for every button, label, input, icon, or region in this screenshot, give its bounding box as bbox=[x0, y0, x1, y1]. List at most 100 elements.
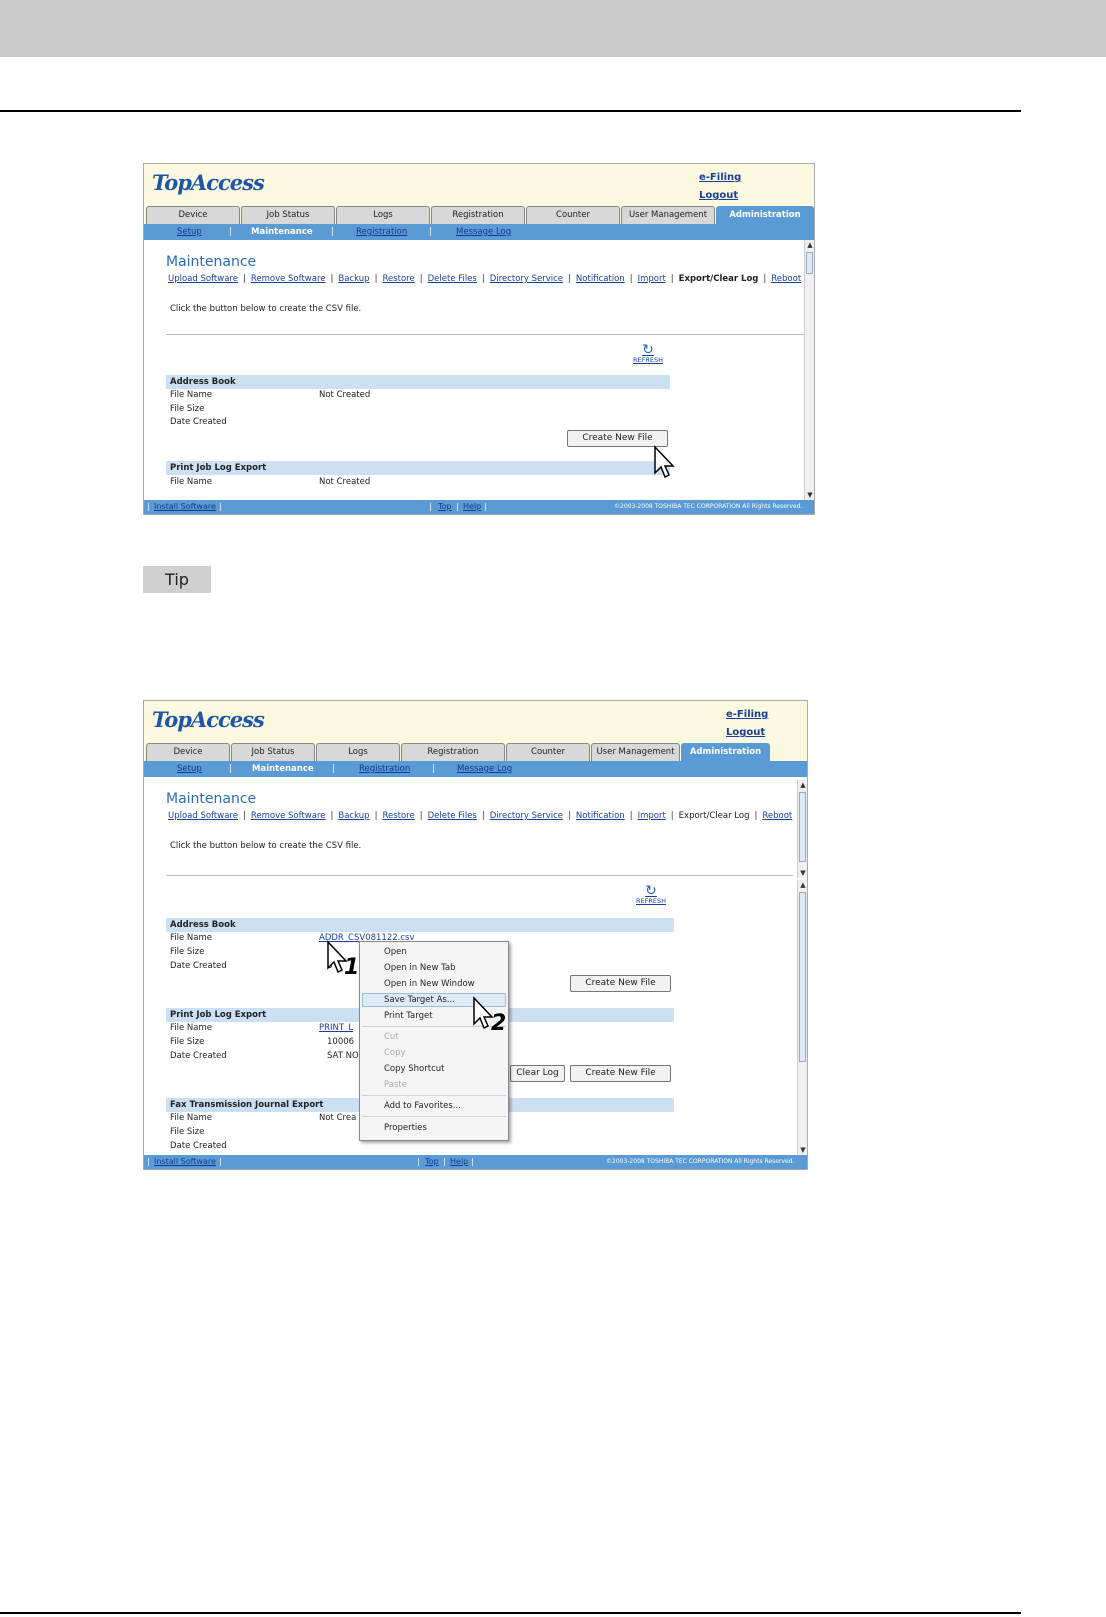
tab-job-status[interactable]: Job Status bbox=[241, 206, 335, 224]
value-file-name: Not Crea bbox=[319, 1113, 357, 1123]
clear-log-button[interactable]: Clear Log bbox=[510, 1065, 565, 1082]
logout-link[interactable]: Logout bbox=[699, 187, 741, 205]
efiling-link[interactable]: e-Filing bbox=[726, 706, 768, 724]
link-notification[interactable]: Notification bbox=[576, 274, 625, 284]
link-directory-service[interactable]: Directory Service bbox=[490, 274, 563, 284]
sub-navigation: Setup | Maintenance | Registration | Mes… bbox=[144, 761, 807, 777]
link-reboot[interactable]: Reboot bbox=[762, 811, 792, 821]
link-backup[interactable]: Backup bbox=[338, 811, 369, 821]
tab-user-management[interactable]: User Management bbox=[621, 206, 715, 224]
scroll-down-arrow[interactable]: ▼ bbox=[798, 868, 807, 878]
menu-item-print-target[interactable]: Print Target bbox=[384, 1011, 433, 1021]
section-address-book: Address Book bbox=[166, 918, 674, 932]
subnav-registration[interactable]: Registration bbox=[356, 224, 407, 240]
label-date-created: Date Created bbox=[170, 417, 227, 427]
vertical-scrollbar-top[interactable]: ▲ ▼ bbox=[797, 780, 807, 878]
link-backup[interactable]: Backup bbox=[338, 274, 369, 284]
footer-separator: | bbox=[429, 502, 432, 511]
subnav-message-log[interactable]: Message Log bbox=[457, 761, 512, 777]
footer-top-link[interactable]: Top bbox=[438, 500, 452, 514]
subnav-registration[interactable]: Registration bbox=[359, 761, 410, 777]
tab-registration[interactable]: Registration bbox=[431, 206, 525, 224]
refresh-button[interactable]: ↻ REFRESH bbox=[634, 884, 668, 905]
subnav-message-log[interactable]: Message Log bbox=[456, 224, 511, 240]
vertical-scrollbar[interactable]: ▲ ▼ bbox=[804, 240, 814, 500]
create-new-file-button[interactable]: Create New File bbox=[570, 1065, 671, 1082]
menu-item-open-new-window[interactable]: Open in New Window bbox=[384, 979, 475, 989]
link-restore[interactable]: Restore bbox=[382, 811, 414, 821]
link-directory-service[interactable]: Directory Service bbox=[490, 811, 563, 821]
refresh-button[interactable]: ↻ REFRESH bbox=[632, 343, 664, 364]
link-import[interactable]: Import bbox=[638, 274, 666, 284]
efiling-link[interactable]: e-Filing bbox=[699, 169, 741, 187]
link-separator: | bbox=[568, 811, 571, 821]
scroll-thumb[interactable] bbox=[806, 252, 813, 274]
menu-item-open[interactable]: Open bbox=[384, 947, 407, 957]
subnav-separator: | bbox=[229, 764, 232, 774]
instruction-text: Click the button below to create the CSV… bbox=[170, 304, 362, 314]
link-separator: | bbox=[330, 811, 334, 821]
link-upload-software[interactable]: Upload Software bbox=[168, 274, 238, 284]
tab-logs[interactable]: Logs bbox=[316, 743, 400, 761]
tab-counter[interactable]: Counter bbox=[526, 206, 620, 224]
link-separator: | bbox=[481, 811, 485, 821]
tab-job-status[interactable]: Job Status bbox=[231, 743, 315, 761]
footer-top-link[interactable]: Top bbox=[425, 1155, 439, 1169]
link-separator: | bbox=[481, 274, 485, 284]
tab-registration[interactable]: Registration bbox=[401, 743, 505, 761]
link-reboot[interactable]: Reboot bbox=[771, 274, 801, 284]
footer-separator: | bbox=[456, 502, 459, 511]
link-separator: | bbox=[242, 274, 246, 284]
link-import[interactable]: Import bbox=[638, 811, 666, 821]
scroll-down-arrow[interactable]: ▼ bbox=[798, 1145, 807, 1155]
subnav-setup[interactable]: Setup bbox=[177, 761, 202, 777]
tab-logs[interactable]: Logs bbox=[336, 206, 430, 224]
screenshot-1: TopAccess e-Filing Logout Device Job Sta… bbox=[143, 163, 815, 515]
subnav-setup[interactable]: Setup bbox=[177, 224, 202, 240]
link-delete-files[interactable]: Delete Files bbox=[428, 274, 477, 284]
tab-device[interactable]: Device bbox=[146, 206, 240, 224]
scroll-up-arrow[interactable]: ▲ bbox=[805, 240, 814, 250]
footer-separator: | bbox=[484, 502, 487, 511]
scroll-up-arrow[interactable]: ▲ bbox=[798, 880, 807, 890]
link-notification[interactable]: Notification bbox=[576, 811, 625, 821]
maintenance-links: Upload Software | Remove Software | Backup | R… bbox=[168, 274, 801, 284]
label-file-name: File Name bbox=[170, 1023, 213, 1033]
link-upload-software[interactable]: Upload Software bbox=[168, 811, 238, 821]
vertical-scrollbar-bottom[interactable]: ▲ ▼ bbox=[797, 880, 807, 1155]
footer-help-link[interactable]: Help bbox=[450, 1155, 468, 1169]
link-delete-files[interactable]: Delete Files bbox=[428, 811, 477, 821]
scroll-up-arrow[interactable]: ▲ bbox=[798, 780, 807, 790]
subnav-maintenance[interactable]: Maintenance bbox=[252, 761, 314, 777]
footer-install-software[interactable]: Install Software bbox=[154, 1155, 216, 1169]
tab-administration[interactable]: Administration bbox=[716, 206, 814, 224]
subnav-maintenance[interactable]: Maintenance bbox=[251, 224, 313, 240]
tip-label: Tip bbox=[143, 566, 211, 593]
menu-item-copy-shortcut[interactable]: Copy Shortcut bbox=[384, 1064, 444, 1074]
footer-rule bbox=[0, 1612, 1021, 1614]
link-separator: | bbox=[670, 811, 674, 821]
tab-user-management[interactable]: User Management bbox=[591, 743, 680, 761]
header-links: e-Filing Logout bbox=[699, 169, 741, 205]
footer-install-software[interactable]: Install Software bbox=[154, 500, 216, 514]
refresh-label: REFRESH bbox=[636, 897, 666, 905]
tab-administration[interactable]: Administration bbox=[681, 743, 770, 761]
link-restore[interactable]: Restore bbox=[382, 274, 414, 284]
footer-help-link[interactable]: Help bbox=[463, 500, 481, 514]
tab-device[interactable]: Device bbox=[146, 743, 230, 761]
value-file-name-link[interactable]: PRINT_L bbox=[319, 1023, 353, 1033]
link-export-clear-log: Export/Clear Log bbox=[678, 274, 759, 284]
scroll-thumb[interactable] bbox=[799, 792, 806, 862]
tab-counter[interactable]: Counter bbox=[506, 743, 590, 761]
link-remove-software[interactable]: Remove Software bbox=[251, 274, 326, 284]
subnav-separator: | bbox=[331, 227, 334, 237]
scroll-thumb[interactable] bbox=[799, 892, 806, 1062]
create-new-file-button[interactable]: Create New File bbox=[570, 975, 671, 992]
link-remove-software[interactable]: Remove Software bbox=[251, 811, 326, 821]
scroll-down-arrow[interactable]: ▼ bbox=[805, 490, 814, 500]
menu-item-properties[interactable]: Properties bbox=[384, 1123, 427, 1133]
logout-link[interactable]: Logout bbox=[726, 724, 768, 742]
menu-separator bbox=[362, 1095, 506, 1096]
menu-item-open-new-tab[interactable]: Open in New Tab bbox=[384, 963, 456, 973]
menu-item-add-to-favorites[interactable]: Add to Favorites... bbox=[384, 1101, 461, 1111]
